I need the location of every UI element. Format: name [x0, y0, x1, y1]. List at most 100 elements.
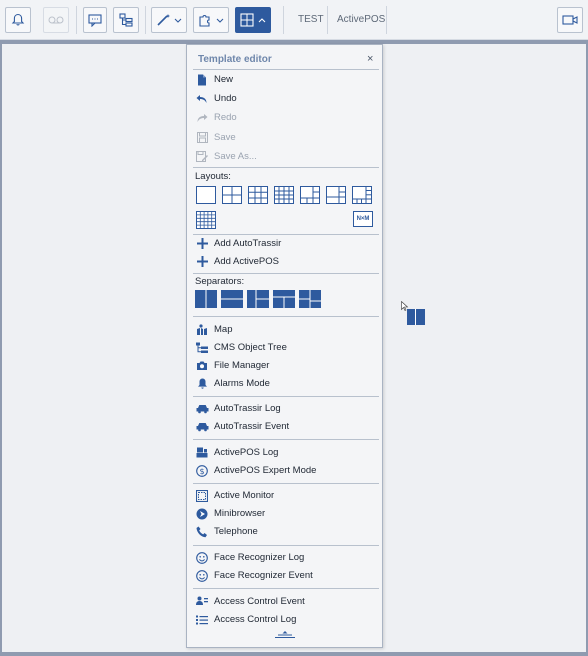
plus-icon: [195, 255, 209, 269]
menu-item-face-recognizer-log[interactable]: Face Recognizer Log: [195, 549, 377, 566]
camera-icon: [562, 15, 578, 25]
save-as-icon: [195, 150, 209, 164]
menu-item-file-manager[interactable]: File Manager: [195, 357, 377, 374]
svg-text:$: $: [199, 466, 204, 475]
car-icon: [195, 402, 209, 416]
separator-horizontal[interactable]: [221, 290, 243, 308]
list-icon: [195, 613, 209, 627]
top-toolbar: TEST ActivePOS: [0, 0, 588, 40]
layout-5x5[interactable]: [196, 211, 216, 234]
divider: [193, 273, 379, 274]
plugins-button[interactable]: [193, 7, 229, 33]
menu-item-alarms-mode[interactable]: Alarms Mode: [195, 375, 377, 392]
separators-label: Separators:: [195, 276, 245, 287]
menu-item-add-activepos[interactable]: Add ActivePOS: [195, 253, 377, 270]
face-icon: [195, 551, 209, 565]
menu-item-minibrowser[interactable]: Minibrowser: [195, 505, 377, 522]
template-editor-menu: Template editor × New Undo Redo Save Sav…: [186, 44, 383, 648]
divider: [193, 69, 379, 70]
separator-t-down-icon: [273, 296, 295, 308]
separator-cross[interactable]: [299, 290, 321, 308]
menu-item-redo[interactable]: Redo: [195, 109, 377, 126]
separator-t-down[interactable]: [273, 290, 295, 308]
magic-wand-button[interactable]: [151, 7, 187, 33]
toolbar-divider: [386, 6, 387, 34]
separator-t-right-icon: [255, 290, 269, 308]
separator-horizontal-icon: [221, 298, 243, 300]
divider: [193, 439, 379, 440]
plus-icon: [195, 237, 209, 251]
toolbar-divider: [327, 6, 328, 34]
divider: [193, 396, 379, 397]
layout-5x5-icon: [196, 211, 216, 229]
car-icon: [195, 420, 209, 434]
tab-activepos[interactable]: ActivePOS: [337, 14, 385, 25]
camera-icon: [195, 359, 209, 373]
layout-buttons-row-1: [196, 186, 372, 204]
menu-item-undo[interactable]: Undo: [195, 90, 377, 107]
object-tree-button[interactable]: [113, 7, 139, 33]
alarm-bell-button[interactable]: [5, 7, 31, 33]
save-icon: [195, 131, 209, 145]
menu-item-telephone[interactable]: Telephone: [195, 523, 377, 540]
close-icon[interactable]: ×: [367, 53, 373, 65]
menu-item-activepos-expert-mode[interactable]: $ ActivePOS Expert Mode: [195, 462, 377, 479]
divider: [193, 545, 379, 546]
phone-icon: [195, 525, 209, 539]
layout-3x3: [248, 186, 268, 204]
menu-title: Template editor: [198, 54, 272, 65]
menu-item-map[interactable]: Map: [195, 321, 377, 338]
separator-vertical-icon: [205, 290, 207, 308]
menu-item-face-recognizer-event[interactable]: Face Recognizer Event: [195, 567, 377, 584]
menu-item-access-control-event[interactable]: Access Control Event: [195, 593, 377, 610]
chat-button[interactable]: [83, 7, 107, 33]
video-button[interactable]: [557, 7, 583, 33]
pos-icon: [195, 446, 209, 460]
menu-item-add-autotrassir[interactable]: Add AutoTrassir: [195, 235, 377, 252]
toolbar-divider: [283, 6, 284, 34]
layout-grid-options: [196, 186, 376, 211]
layouts-label: Layouts:: [195, 171, 231, 182]
separator-vertical[interactable]: [195, 290, 217, 308]
chat-icon: [88, 13, 102, 27]
toolbar-divider: [145, 6, 146, 34]
separator-t-right[interactable]: [247, 290, 269, 308]
magic-wand-icon: [157, 14, 182, 26]
bell-icon: [11, 13, 25, 26]
monitor-icon: [195, 489, 209, 503]
map-icon: [195, 323, 209, 337]
divider: [193, 167, 379, 168]
menu-item-activepos-log[interactable]: ActivePOS Log: [195, 444, 377, 461]
tab-test[interactable]: TEST: [298, 14, 324, 25]
menu-item-new[interactable]: New: [195, 71, 377, 88]
scroll-down-handle[interactable]: [275, 631, 295, 639]
face-icon: [195, 569, 209, 583]
layout-1x1: [196, 186, 216, 204]
separator-cross-icon: [299, 290, 321, 308]
template-editor-button[interactable]: [235, 7, 271, 33]
dollar-icon: $: [195, 464, 209, 478]
layout-1-plus-3: [326, 186, 346, 204]
menu-item-cms-object-tree[interactable]: CMS Object Tree: [195, 339, 377, 356]
access-event-icon: [195, 595, 209, 609]
divider: [193, 588, 379, 589]
new-file-icon: [195, 73, 209, 87]
layout-editor-icon: [240, 13, 266, 27]
divider: [193, 316, 379, 317]
compass-icon: [195, 507, 209, 521]
redo-icon: [195, 111, 209, 125]
menu-item-autotrassir-event[interactable]: AutoTrassir Event: [195, 418, 377, 435]
menu-item-save-as[interactable]: Save As...: [195, 148, 377, 165]
undo-icon: [195, 92, 209, 106]
layout-1-plus-5: [300, 186, 320, 204]
menu-item-autotrassir-log[interactable]: AutoTrassir Log: [195, 400, 377, 417]
menu-item-access-control-log[interactable]: Access Control Log: [195, 611, 377, 628]
tape-button[interactable]: [43, 7, 69, 33]
dragged-separator-preview[interactable]: [407, 309, 425, 325]
tape-icon: [48, 16, 64, 24]
menu-item-active-monitor[interactable]: Active Monitor: [195, 487, 377, 504]
bell-icon: [195, 377, 209, 391]
menu-item-save[interactable]: Save: [195, 129, 377, 146]
puzzle-icon: [199, 15, 224, 27]
layout-nxm-button[interactable]: N×M: [353, 211, 373, 227]
